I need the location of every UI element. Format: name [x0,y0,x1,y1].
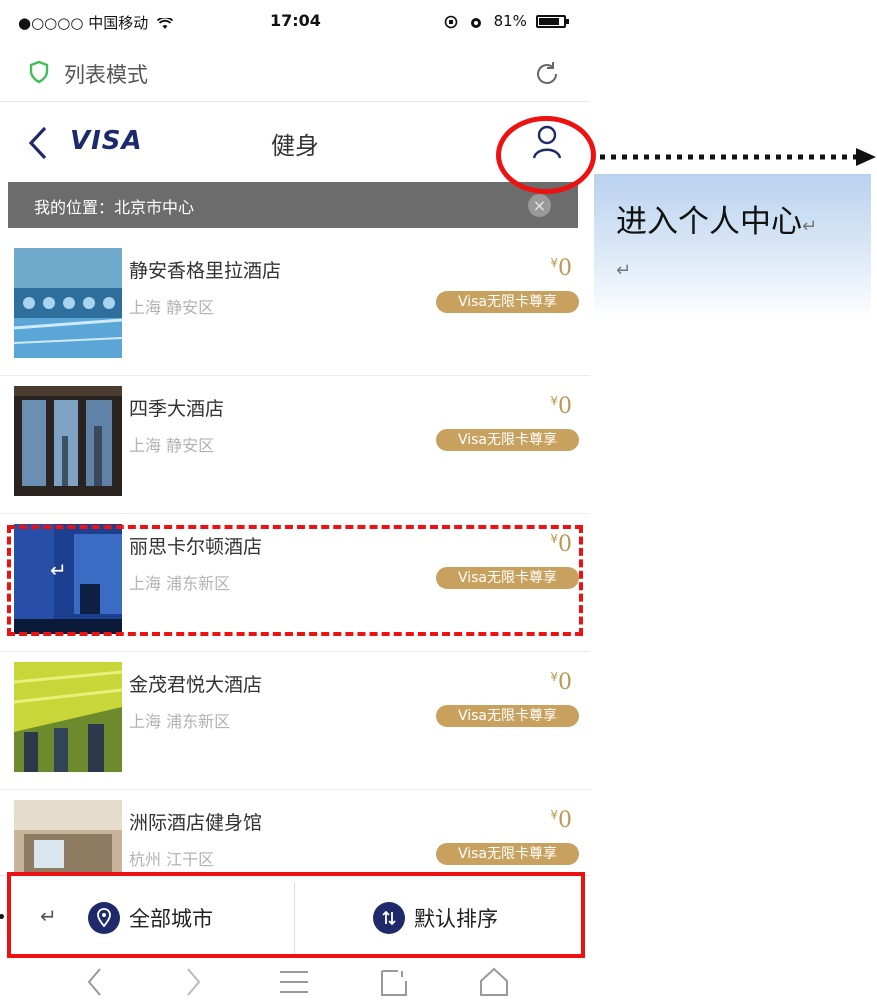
price-value: 0 [558,256,572,281]
venue-thumbnail [14,248,122,358]
venue-price: ¥0 [550,394,572,419]
venue-price: ¥0 [550,256,572,281]
close-location-button[interactable]: × [528,194,551,217]
url-bar: 列表模式 [0,44,590,102]
venue-area: 上海 浦东新区 [129,712,231,731]
annotation-callout: 进入个人中心↵ ↵ [594,174,871,320]
location-bar: 我的位置：北京市中心 × [8,182,578,228]
venue-area: 上海 静安区 [129,298,215,317]
visa-infinite-badge: Visa无限卡尊享 [436,291,579,313]
callout-label: 进入个人中心 [616,204,802,240]
list-item[interactable]: 四季大酒店 上海 静安区 ¥0 Visa无限卡尊享 [0,376,590,514]
currency-symbol: ¥ [550,808,558,822]
orientation-lock-icon [444,15,458,28]
venue-area: 上海 静安区 [129,436,215,455]
annotation-circle [496,116,596,194]
battery-percent: 81% [493,12,527,30]
refresh-icon[interactable] [531,58,563,90]
venue-thumbnail [14,662,122,772]
list-item[interactable]: 静安香格里拉酒店 上海 静安区 ¥0 Visa无限卡尊享 [0,238,590,376]
venue-price: ¥0 [550,670,572,695]
list-item[interactable]: 金茂君悦大酒店 上海 浦东新区 ¥0 Visa无限卡尊享 [0,652,590,790]
status-right: 81% [444,12,569,30]
venue-name: 静安香格里拉酒店 [129,260,282,282]
clock: 17:04 [270,11,321,30]
browser-forward-icon[interactable] [182,966,204,998]
browser-toolbar [0,960,590,1003]
venue-price: ¥0 [550,808,572,833]
tabs-icon[interactable] [378,966,410,998]
visa-infinite-badge: Visa无限卡尊享 [436,843,579,865]
visa-infinite-badge: Visa无限卡尊享 [436,429,579,451]
annotation-arrow [600,148,876,166]
currency-symbol: ¥ [550,394,558,408]
wifi-icon [156,16,174,29]
alarm-icon [470,17,481,28]
price-value: 0 [558,808,572,833]
venue-name: 金茂君悦大酒店 [129,674,263,696]
battery-icon [535,15,569,28]
location-text: 我的位置：北京市中心 [34,198,195,217]
price-value: 0 [558,670,572,695]
annotation-solid-box [7,872,585,958]
menu-icon[interactable] [278,966,310,998]
bullet-dot [0,914,4,919]
status-bar: ●○○○○ 中国移动 17:04 81% [0,0,590,44]
carrier-signal: ●○○○○ 中国移动 [18,12,174,33]
return-mark: ↵ [616,260,632,281]
currency-symbol: ¥ [550,670,558,684]
venue-name: 洲际酒店健身馆 [129,812,263,834]
carrier-label: ●○○○○ 中国移动 [18,14,149,32]
shield-icon [29,60,49,84]
venue-area: 杭州 江干区 [129,850,215,869]
visa-infinite-badge: Visa无限卡尊享 [436,705,579,727]
price-value: 0 [558,394,572,419]
venue-name: 四季大酒店 [129,398,225,420]
venue-thumbnail [14,386,122,496]
currency-symbol: ¥ [550,256,558,270]
callout-text: 进入个人中心↵ [616,196,817,241]
browser-back-icon[interactable] [84,966,106,998]
list-mode-label[interactable]: 列表模式 [64,59,148,89]
annotation-dashed-box [7,525,583,636]
return-mark: ↵ [802,216,818,237]
home-icon[interactable] [478,966,510,998]
